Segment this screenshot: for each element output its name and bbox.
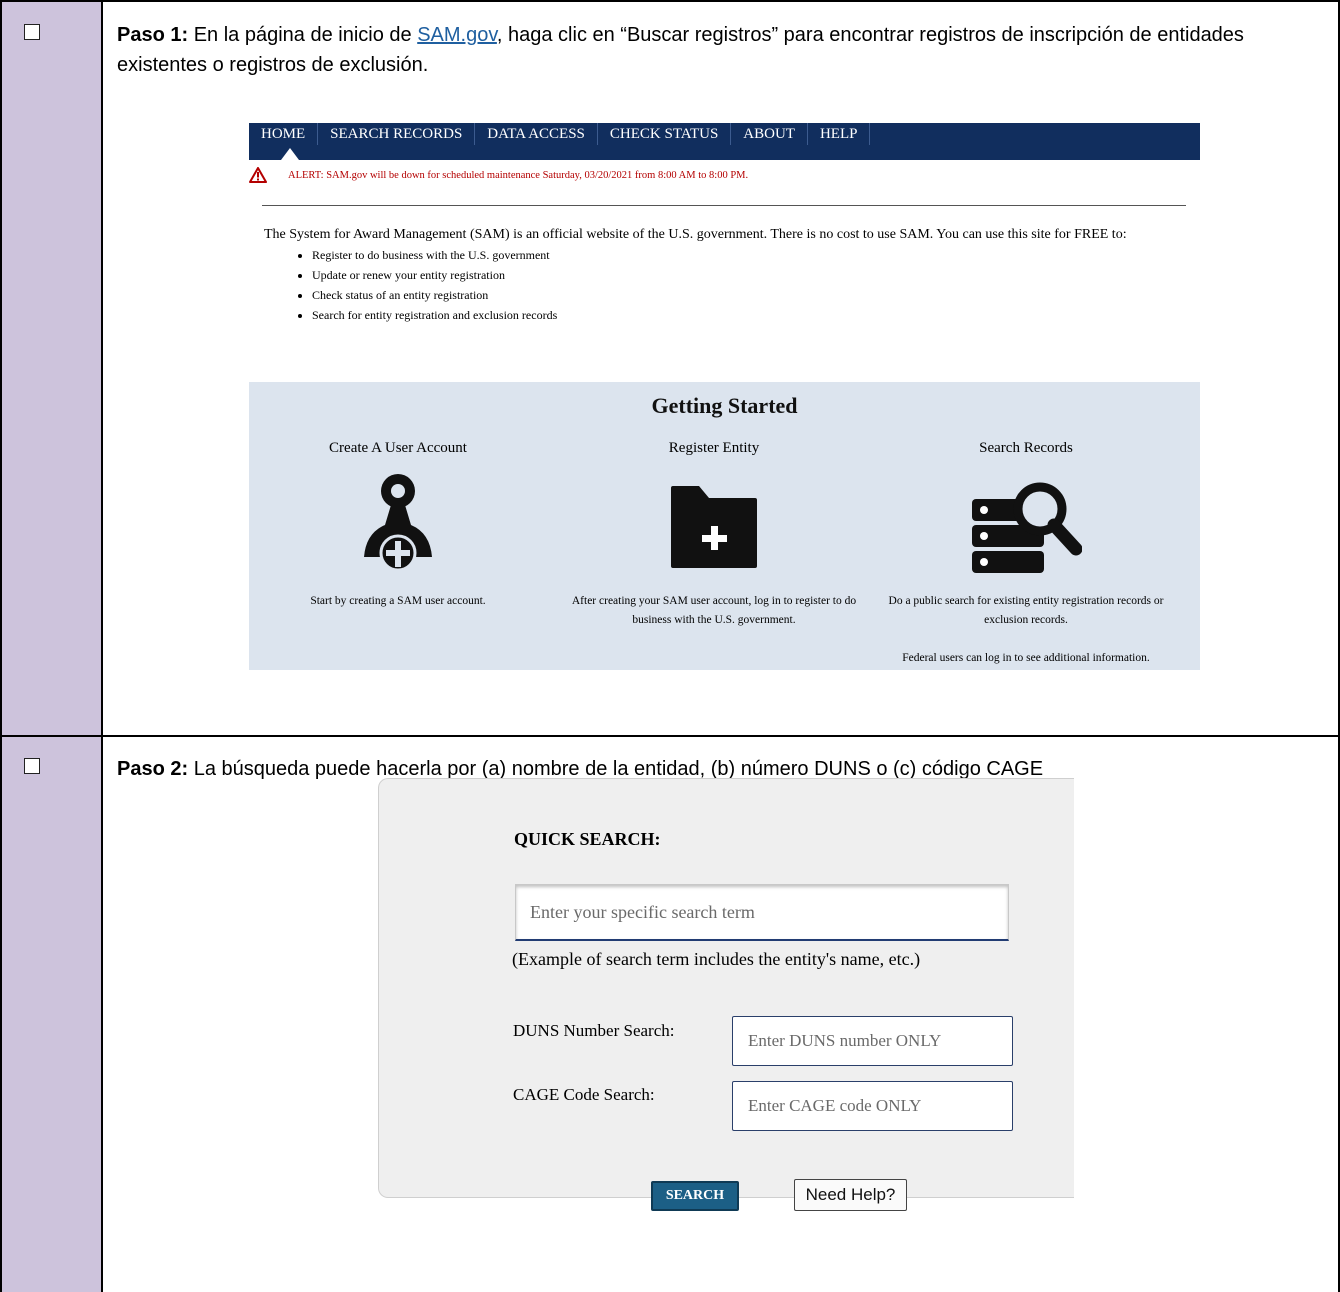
database-search-icon[interactable] [881, 472, 1171, 582]
list-item: Check status of an entity registration [312, 285, 1194, 305]
step2-text: La búsqueda puede hacerla por (a) nombre… [188, 758, 1044, 780]
cage-input[interactable] [732, 1081, 1013, 1131]
intro-text: The System for Award Management (SAM) is… [264, 227, 1127, 242]
step1-label: Paso 1: [117, 24, 189, 46]
card-create-account[interactable]: Create A User Account Start by creating … [253, 440, 543, 611]
step2-label: Paso 2: [117, 758, 189, 780]
nav-help[interactable]: HELP [808, 123, 871, 145]
search-button[interactable]: SEARCH [651, 1181, 739, 1211]
sam-navbar: HOME SEARCH RECORDS DATA ACCESS CHECK ST… [249, 123, 1200, 160]
user-add-icon[interactable] [253, 472, 543, 582]
instruction-table: Paso 1: En la página de inicio de SAM.go… [0, 0, 1340, 1292]
list-item: Search for entity registration and exclu… [312, 305, 1194, 325]
row-divider [0, 735, 1340, 737]
card-title[interactable]: Create A User Account [253, 440, 543, 464]
nav-home[interactable]: HOME [249, 123, 319, 145]
getting-started-panel: Getting Started Create A User Account St… [249, 382, 1200, 670]
sam-intro: The System for Award Management (SAM) is… [264, 227, 1194, 325]
step1-text-before: En la página de inicio de [188, 24, 418, 46]
sam-gov-link[interactable]: SAM.gov [417, 24, 497, 46]
duns-input[interactable] [732, 1016, 1013, 1066]
warning-icon [249, 167, 267, 183]
nav-check-status[interactable]: CHECK STATUS [598, 123, 732, 145]
intro-bullets: Register to do business with the U.S. go… [264, 245, 1194, 325]
folder-add-icon[interactable] [569, 472, 859, 582]
maintenance-alert: ALERT: SAM.gov will be down for schedule… [249, 167, 1200, 187]
sam-home-screenshot: HOME SEARCH RECORDS DATA ACCESS CHECK ST… [249, 123, 1200, 670]
card-register-entity[interactable]: Register Entity After creating your SAM … [569, 440, 859, 630]
checkbox-column [0, 0, 103, 1292]
cage-label: CAGE Code Search: [513, 1085, 655, 1104]
step2-checkbox[interactable] [24, 758, 40, 774]
alert-text: ALERT: SAM.gov will be down for schedule… [288, 170, 749, 181]
card-title[interactable]: Search Records [881, 440, 1171, 464]
step1-checkbox[interactable] [24, 24, 40, 40]
nav-search-records[interactable]: SEARCH RECORDS [318, 123, 476, 145]
search-term-example: (Example of search term includes the ent… [512, 949, 921, 969]
card-description: Start by creating a SAM user account. [310, 595, 486, 607]
getting-started-heading: Getting Started [651, 393, 798, 418]
card-description: After creating your SAM user account, lo… [571, 595, 857, 626]
divider [262, 205, 1186, 206]
nav-data-access[interactable]: DATA ACCESS [475, 123, 598, 145]
card-extra-note: Federal users can log in to see addition… [902, 652, 1150, 664]
card-description: Do a public search for existing entity r… [888, 595, 1164, 626]
quick-search-screenshot: QUICK SEARCH: (Example of search term in… [378, 778, 1074, 1211]
search-term-input[interactable] [515, 884, 1009, 941]
card-title[interactable]: Register Entity [569, 440, 859, 464]
list-item: Register to do business with the U.S. go… [312, 245, 1194, 265]
need-help-button[interactable]: Need Help? [794, 1179, 907, 1211]
quick-search-title: QUICK SEARCH: [514, 829, 661, 849]
list-item: Update or renew your entity registration [312, 265, 1194, 285]
duns-label: DUNS Number Search: [513, 1021, 675, 1040]
step1-instruction: Paso 1: En la página de inicio de SAM.go… [117, 20, 1317, 80]
active-nav-indicator [281, 148, 299, 160]
nav-about[interactable]: ABOUT [731, 123, 808, 145]
card-search-records[interactable]: Search Records Do a public search for ex… [881, 440, 1171, 668]
